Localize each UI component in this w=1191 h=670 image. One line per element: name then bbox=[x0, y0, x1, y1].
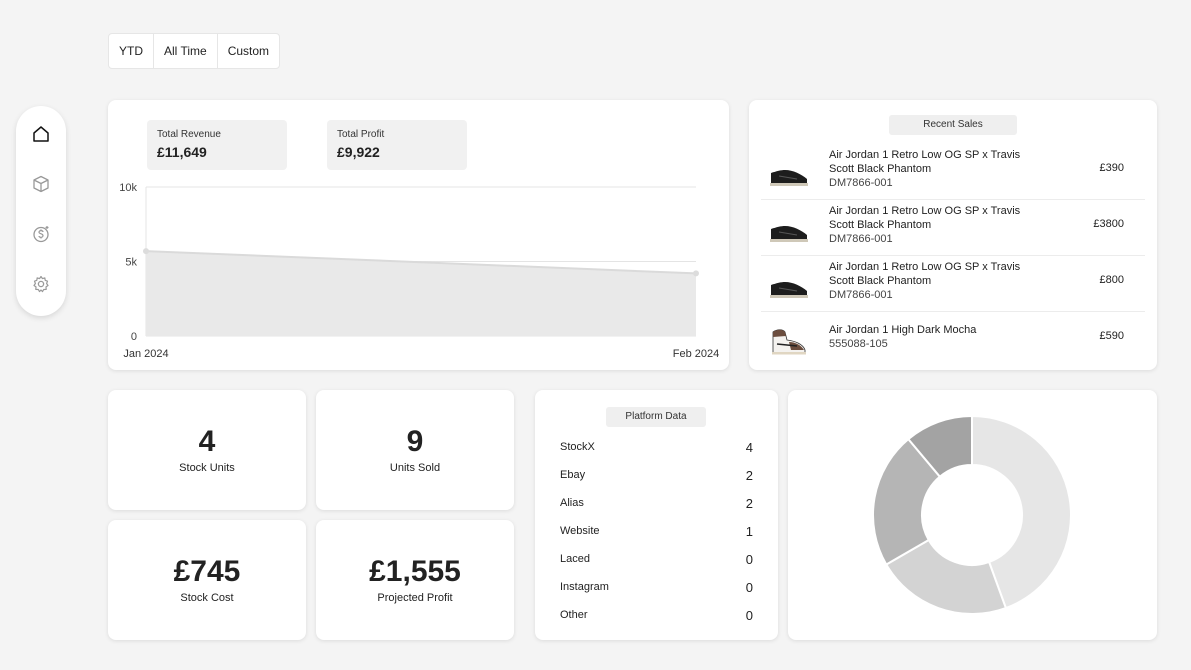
sale-price: £590 bbox=[1099, 330, 1124, 342]
sneaker-thumbnail-icon bbox=[770, 170, 808, 186]
stock-units-label: Stock Units bbox=[179, 462, 235, 474]
platform-name: Instagram bbox=[560, 581, 609, 593]
stock-cost-label: Stock Cost bbox=[180, 592, 234, 604]
sale-product-sku: DM7866-001 bbox=[829, 289, 893, 301]
box-icon bbox=[33, 175, 49, 193]
sale-product-info: Air Jordan 1 Retro Low OG SP x Travis Sco… bbox=[829, 148, 1029, 190]
chart-data-point[interactable] bbox=[143, 248, 149, 255]
sidebar-item-home[interactable] bbox=[30, 123, 52, 145]
platform-name: Laced bbox=[560, 553, 590, 565]
chart-x-tick-label: Jan 2024 bbox=[123, 348, 168, 360]
platform-count: 4 bbox=[745, 439, 753, 455]
filter-custom-button[interactable]: Custom bbox=[218, 34, 279, 68]
stock-cost-tile: £745 Stock Cost bbox=[108, 520, 306, 640]
platform-row: Ebay 2 bbox=[560, 465, 753, 485]
sale-product-name: Air Jordan 1 Retro Low OG SP x Travis bbox=[829, 261, 1021, 273]
chart-data-point[interactable] bbox=[693, 270, 699, 277]
platform-row: StockX 4 bbox=[560, 437, 753, 457]
recent-sales-title: Recent Sales bbox=[889, 115, 1017, 135]
filter-all-time-button[interactable]: All Time bbox=[154, 34, 218, 68]
platform-row: Alias 2 bbox=[560, 493, 753, 513]
sale-product-name: Scott Black Phantom bbox=[829, 163, 932, 175]
platform-count: 2 bbox=[745, 495, 753, 511]
stock-cost-value: £745 bbox=[173, 555, 241, 588]
chart-x-tick-label: Feb 2024 bbox=[673, 348, 719, 360]
platform-data-card: Platform Data StockX 4 Ebay 2 Alias 2 Website 1… bbox=[535, 390, 778, 640]
platform-data-title: Platform Data bbox=[606, 407, 706, 427]
sale-product-name: Scott Black Phantom bbox=[829, 275, 932, 287]
sidebar-item-settings[interactable] bbox=[30, 273, 52, 295]
platform-name: StockX bbox=[560, 441, 595, 453]
platform-row: Instagram 0 bbox=[560, 577, 753, 597]
sale-product-sku: DM7866-001 bbox=[829, 233, 893, 245]
platform-count: 0 bbox=[745, 607, 753, 623]
platform-row: Other 0 bbox=[560, 605, 753, 625]
projected-profit-value: £1,555 bbox=[369, 555, 461, 588]
platform-count: 1 bbox=[745, 523, 753, 539]
recent-sale-row[interactable]: Air Jordan 1 Retro Low OG SP x Travis Sco… bbox=[761, 144, 1145, 200]
stock-units-tile: 4 Stock Units bbox=[108, 390, 306, 510]
sale-product-sku: 555088-105 bbox=[829, 338, 888, 350]
chart-y-tick-label: 5k bbox=[125, 257, 137, 269]
sale-price: £3800 bbox=[1093, 218, 1124, 230]
recent-sales-card: Recent Sales Air Jordan 1 Retro Low OG S… bbox=[749, 100, 1157, 370]
revenue-card: Total Revenue £11,649 Total Profit £9,92… bbox=[108, 100, 729, 370]
platform-name: Ebay bbox=[560, 469, 586, 481]
chart-y-tick-label: 0 bbox=[131, 331, 137, 343]
date-filter-bar: YTD All Time Custom bbox=[108, 33, 281, 69]
sale-product-sku: DM7866-001 bbox=[829, 177, 893, 189]
dollar-coin-icon bbox=[33, 226, 49, 243]
sale-price: £800 bbox=[1099, 274, 1124, 286]
home-icon bbox=[33, 126, 49, 142]
platform-name: Website bbox=[560, 525, 600, 537]
sale-product-info: Air Jordan 1 Retro Low OG SP x Travis Sco… bbox=[829, 260, 1029, 302]
sneaker-thumbnail-icon bbox=[770, 226, 808, 242]
recent-sale-row[interactable]: Air Jordan 1 Retro Low OG SP x Travis Sco… bbox=[761, 200, 1145, 256]
platform-row: Website 1 bbox=[560, 521, 753, 541]
platform-name: Other bbox=[560, 609, 588, 621]
chart-area-fill bbox=[146, 251, 696, 336]
sale-product-name: Air Jordan 1 Retro Low OG SP x Travis bbox=[829, 205, 1021, 217]
gear-icon bbox=[33, 275, 49, 293]
sidebar-item-sales[interactable] bbox=[30, 223, 52, 245]
sale-product-info: Air Jordan 1 Retro Low OG SP x Travis Sco… bbox=[829, 204, 1029, 246]
recent-sale-row[interactable]: Air Jordan 1 High Dark Mocha 555088-105 £5… bbox=[761, 312, 1145, 368]
platform-count: 0 bbox=[745, 579, 753, 595]
sale-product-info: Air Jordan 1 High Dark Mocha 555088-105 bbox=[829, 323, 1029, 351]
sidebar bbox=[16, 106, 66, 316]
platform-donut-card bbox=[788, 390, 1157, 640]
sale-product-name: Air Jordan 1 High Dark Mocha bbox=[829, 324, 977, 336]
sale-price: £390 bbox=[1099, 162, 1124, 174]
sneaker-thumbnail-icon bbox=[770, 282, 808, 298]
stock-units-value: 4 bbox=[198, 425, 216, 458]
projected-profit-label: Projected Profit bbox=[377, 592, 453, 604]
chart-y-tick-label: 10k bbox=[119, 182, 137, 194]
recent-sale-row[interactable]: Air Jordan 1 Retro Low OG SP x Travis Sco… bbox=[761, 256, 1145, 312]
sneaker-thumbnail-icon bbox=[772, 329, 806, 355]
platform-row: Laced 0 bbox=[560, 549, 753, 569]
sidebar-item-inventory[interactable] bbox=[30, 173, 52, 195]
sale-product-name: Air Jordan 1 Retro Low OG SP x Travis bbox=[829, 149, 1021, 161]
units-sold-value: 9 bbox=[406, 425, 424, 458]
revenue-area-chart: 0 5k 10k Jan 2024 Feb 2024 bbox=[119, 182, 719, 360]
dashboard: YTD All Time Custom Total Revenue £11,64… bbox=[0, 0, 1191, 670]
units-sold-tile: 9 Units Sold bbox=[316, 390, 514, 510]
platform-count: 2 bbox=[745, 467, 753, 483]
platform-donut-chart bbox=[872, 414, 1072, 615]
units-sold-label: Units Sold bbox=[389, 462, 441, 474]
sale-product-name: Scott Black Phantom bbox=[829, 219, 932, 231]
filter-ytd-button[interactable]: YTD bbox=[109, 34, 154, 68]
projected-profit-tile: £1,555 Projected Profit bbox=[316, 520, 514, 640]
platform-name: Alias bbox=[560, 497, 584, 509]
platform-count: 0 bbox=[745, 551, 753, 567]
